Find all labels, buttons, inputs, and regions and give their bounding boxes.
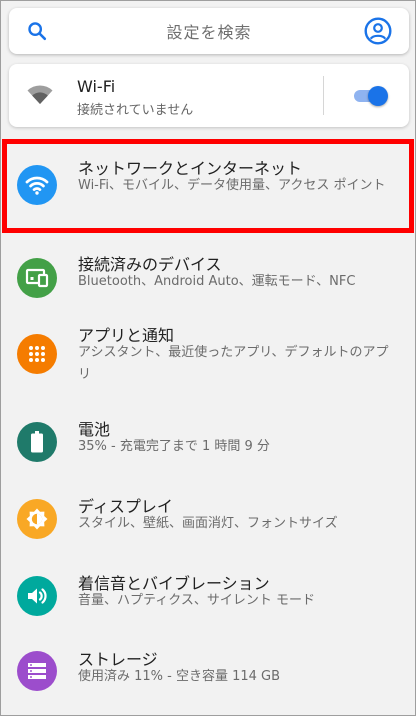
devices-icon: [25, 268, 49, 288]
settings-item-battery[interactable]: 電池 35% - 充電完了まで 1 時間 9 分: [1, 411, 415, 488]
brightness-icon: [26, 508, 48, 530]
settings-list: ネットワークとインターネット Wi-Fi、モバイル、データ使用量、アクセス ポイ…: [1, 139, 415, 712]
divider: [323, 76, 324, 115]
wifi-toggle[interactable]: [354, 86, 388, 106]
wifi-status: 接続されていません: [77, 103, 194, 118]
sound-icon-circle: [17, 576, 57, 616]
display-icon-circle: [17, 499, 57, 539]
settings-screen: 設定を検索 Wi-Fi 接続されていません ネットワークとインターネット Wi-…: [0, 0, 416, 716]
toggle-thumb: [368, 86, 388, 106]
item-summary: Wi-Fi、モバイル、データ使用量、アクセス ポイント: [78, 178, 386, 193]
storage-icon: [28, 663, 46, 679]
settings-item-display[interactable]: ディスプレイ スタイル、壁紙、画面消灯、フォントサイズ: [1, 488, 415, 565]
search-icon: [28, 22, 47, 41]
apps-icon-circle: [17, 334, 57, 374]
item-summary: 使用済み 11% - 空き容量 114 GB: [78, 669, 281, 684]
search-placeholder: 設定を検索: [166, 23, 252, 42]
storage-icon-circle: [17, 651, 57, 691]
search-bar[interactable]: 設定を検索: [9, 8, 409, 54]
settings-item-apps[interactable]: アプリと通知 アシスタント、最近使ったアプリ、デフォルトのアプリ: [1, 316, 415, 411]
item-summary: アシスタント、最近使ったアプリ、デフォルトのアプリ: [78, 345, 389, 382]
item-summary: 音量、ハプティクス、サイレント モード: [78, 593, 315, 608]
apps-icon: [29, 346, 45, 362]
wifi-title: Wi-Fi: [77, 77, 116, 96]
wifi-icon: [25, 176, 49, 195]
battery-icon-circle: [17, 422, 57, 462]
volume-icon: [28, 588, 47, 604]
network-icon-circle: [17, 165, 57, 205]
account-icon[interactable]: [364, 17, 392, 45]
item-summary: スタイル、壁紙、画面消灯、フォントサイズ: [78, 516, 338, 531]
wifi-suggestion-card[interactable]: Wi-Fi 接続されていません: [9, 64, 409, 127]
settings-item-network[interactable]: ネットワークとインターネット Wi-Fi、モバイル、データ使用量、アクセス ポイ…: [1, 139, 415, 234]
item-summary: Bluetooth、Android Auto、運転モード、NFC: [78, 274, 356, 289]
settings-item-sound[interactable]: 着信音とバイブレーション 音量、ハプティクス、サイレント モード: [1, 565, 415, 642]
wifi-off-icon: [27, 85, 53, 104]
battery-icon: [31, 431, 43, 453]
settings-item-storage[interactable]: ストレージ 使用済み 11% - 空き容量 114 GB: [1, 642, 415, 712]
item-summary: 35% - 充電完了まで 1 時間 9 分: [78, 439, 270, 454]
settings-item-connected-devices[interactable]: 接続済みのデバイス Bluetooth、Android Auto、運転モード、N…: [1, 246, 415, 316]
devices-icon-circle: [17, 258, 57, 298]
